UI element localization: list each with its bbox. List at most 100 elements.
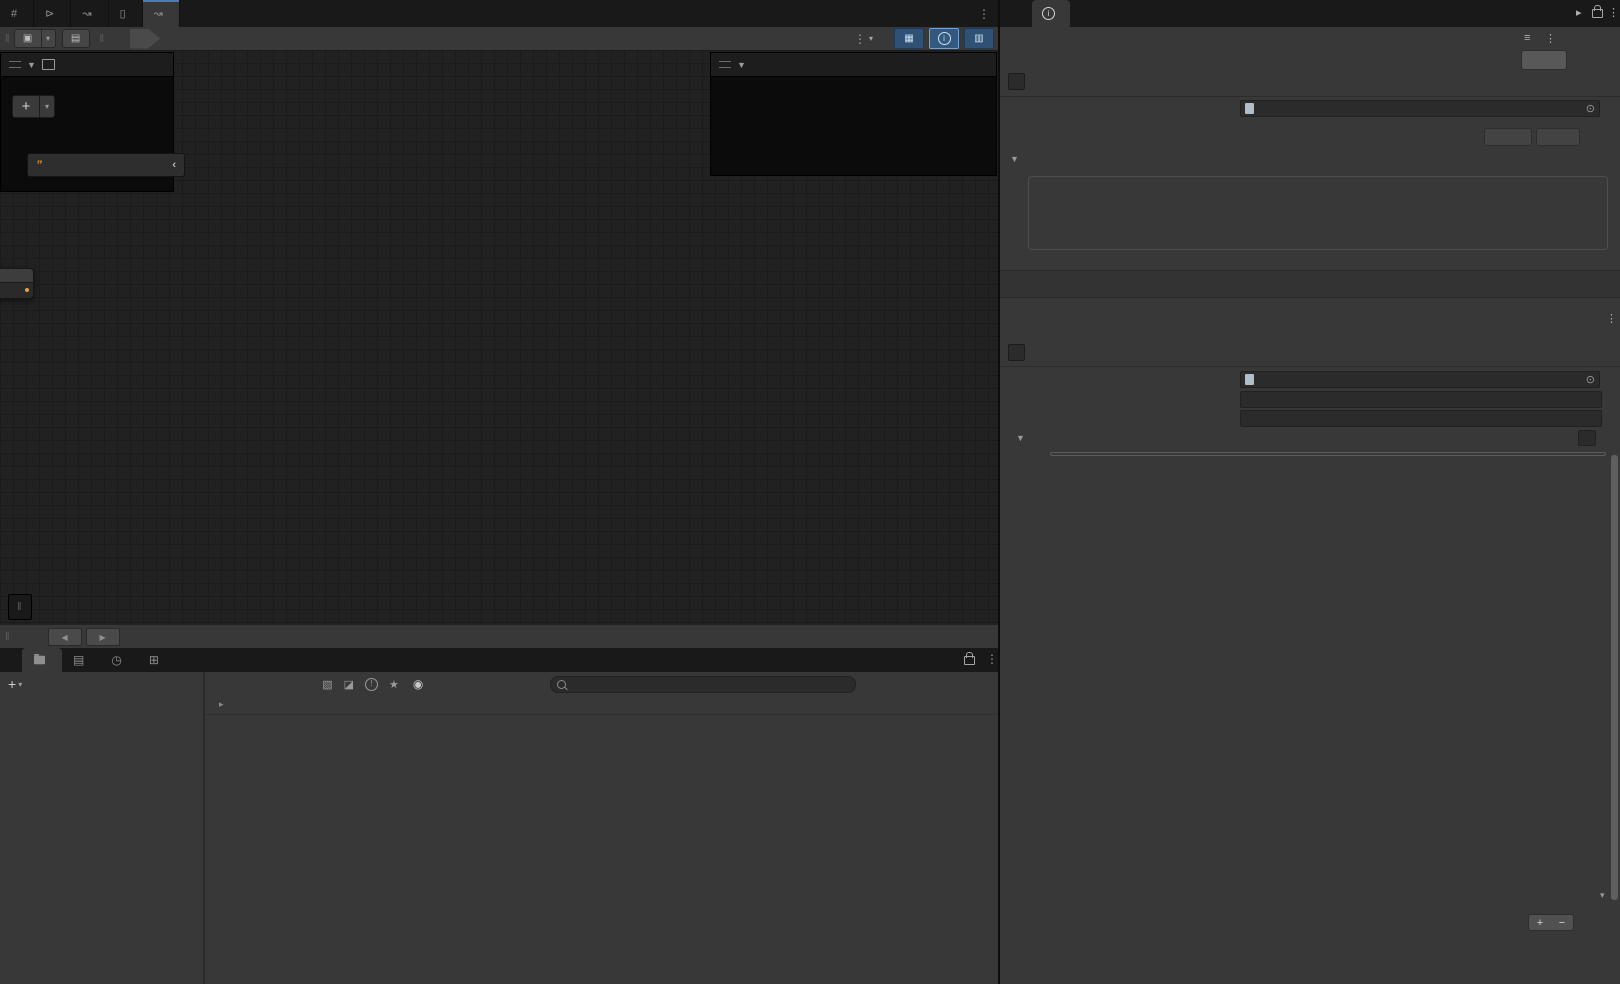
log-icon[interactable]: ! xyxy=(365,677,378,691)
remove-element-button[interactable]: − xyxy=(1551,915,1573,930)
create-asset-button[interactable]: + xyxy=(8,676,16,692)
save-dropdown-button[interactable]: ▾ xyxy=(42,29,56,48)
graph-inspector-panel[interactable]: ▼ xyxy=(710,52,997,176)
tabbar-kebab-icon[interactable]: ⋮ xyxy=(978,7,990,21)
blackboard-icon xyxy=(42,59,55,70)
favorite-search-icon[interactable]: ★ xyxy=(389,678,399,691)
tab-batch-component-adder[interactable] xyxy=(1110,0,1130,27)
hidden-count[interactable]: ◉ xyxy=(413,677,427,691)
add-property-dropdown[interactable]: ▾ xyxy=(40,95,55,118)
tab-scene-object-locator[interactable] xyxy=(0,648,22,672)
graph-toolbar: ‖ ▣ ▾ ▤ ‖ ⋮▾ ▦ i ▥ xyxy=(0,27,1000,51)
script-icon xyxy=(1245,103,1254,114)
collapse-icon[interactable]: ▼ xyxy=(737,60,746,70)
graph-canvas[interactable]: ≡ ▼ + ▾ ” ‹ xyxy=(0,50,998,624)
panel-icon: ▥ xyxy=(974,33,983,44)
all-nodes-foldout[interactable]: ▼ xyxy=(1000,429,1612,449)
tab-timeline[interactable]: ⊞ xyxy=(138,648,175,672)
importer-kebab-icon[interactable]: ⋮ xyxy=(1545,32,1556,45)
tab-testassdialogue[interactable]: ↝ xyxy=(143,0,180,27)
toolbar-drag-handle[interactable]: ‖ xyxy=(17,601,21,613)
prev-error-button[interactable]: ◀ xyxy=(48,628,82,646)
out-port[interactable] xyxy=(25,288,29,292)
search-by-label-icon[interactable]: ◪ xyxy=(344,678,354,691)
script-row: ⊙ xyxy=(1000,99,1612,119)
tab-inspector[interactable]: i xyxy=(1032,0,1070,27)
blackboard-panel[interactable]: ▼ + ▾ ” ‹ xyxy=(0,52,174,192)
graph-inspector-toggle-button[interactable]: i xyxy=(929,28,959,49)
tab-overflow[interactable] xyxy=(1130,0,1150,27)
script-row: ⊙ xyxy=(1000,370,1612,390)
drag-handle[interactable]: ‖ xyxy=(5,631,9,643)
tab-animator[interactable]: ⊳ xyxy=(34,0,71,27)
scroll-down-icon[interactable]: ▾ xyxy=(1600,890,1605,901)
graph-window-tabbar: # ⊳ ↝ ▯ ↝ ⋮ xyxy=(0,0,998,27)
script-field[interactable]: ⊙ xyxy=(1240,371,1600,388)
entry-node-id-field[interactable] xyxy=(1240,391,1602,408)
tab-animation[interactable]: ◷ xyxy=(100,648,137,672)
scene-grid-icon: # xyxy=(11,8,17,20)
tab-sprite-collider-generator[interactable] xyxy=(1090,0,1110,27)
search-input[interactable] xyxy=(570,678,849,692)
project-kebab-icon[interactable]: ⋮ xyxy=(986,652,998,666)
tab-scene[interactable]: # xyxy=(0,0,34,27)
toolbar-drag-handle[interactable]: ‖ xyxy=(5,33,9,45)
graph-breadcrumb[interactable] xyxy=(130,29,160,49)
toolbar-drag-handle[interactable]: ‖ xyxy=(100,33,104,45)
all-nodes-count xyxy=(1578,430,1596,446)
project-search[interactable] xyxy=(550,676,856,693)
save-as-button[interactable]: ▤ xyxy=(62,29,90,48)
graph-inspector-header[interactable]: ▼ xyxy=(711,53,996,77)
apply-button[interactable] xyxy=(1536,128,1580,146)
tab-testdialogue[interactable]: ↝ xyxy=(71,0,108,27)
minimap-toggle-button[interactable]: ▦ xyxy=(894,28,924,49)
project-tabbar: ▤ ◷ ⊞ ⋮ xyxy=(0,648,998,672)
drag-handle-icon[interactable] xyxy=(9,61,21,68)
tab-project[interactable] xyxy=(22,648,62,672)
property-expand-icon[interactable]: ‹ xyxy=(172,159,176,171)
next-error-button[interactable]: ▶ xyxy=(86,628,120,646)
save-button[interactable]: ▣ xyxy=(14,29,42,48)
info-icon: i xyxy=(1042,7,1055,20)
tab-scroll-right-icon[interactable]: ▸ xyxy=(1576,6,1582,19)
imported-object-header xyxy=(1000,270,1620,298)
blackboard-header[interactable]: ▼ xyxy=(1,53,173,77)
dialogue-graph-icon: ↝ xyxy=(82,7,91,20)
presets-icon[interactable]: ≡ xyxy=(1524,32,1530,44)
tab-console[interactable]: ▤ xyxy=(62,648,100,672)
postprocessors-foldout[interactable]: ▼ xyxy=(1010,154,1026,164)
object-picker-icon[interactable]: ⊙ xyxy=(1586,102,1595,115)
folder-icon xyxy=(34,656,45,665)
tab-scene-browser[interactable] xyxy=(1070,0,1090,27)
script-field[interactable]: ⊙ xyxy=(1240,100,1600,117)
inspector-scrollbar[interactable] xyxy=(1611,455,1618,900)
blackboard-toggle-button[interactable]: ▥ xyxy=(964,28,994,49)
eye-icon: ◉ xyxy=(413,677,423,691)
object-picker-icon[interactable]: ⊙ xyxy=(1586,373,1595,386)
lock-icon[interactable] xyxy=(964,656,975,665)
foldout-open-icon: ▼ xyxy=(1010,154,1019,164)
blackboard-property-speakername[interactable]: ” ‹ xyxy=(27,153,185,177)
addressable-checkbox[interactable] xyxy=(1008,73,1025,90)
collapse-icon[interactable]: ▼ xyxy=(27,60,36,70)
add-element-button[interactable]: + xyxy=(1529,915,1551,930)
inspector-kebab-icon[interactable]: ⋮ xyxy=(1608,6,1619,19)
save-as-icon: ▤ xyxy=(71,33,80,44)
addressable-checkbox[interactable] xyxy=(1008,344,1025,361)
speaker-name-field[interactable] xyxy=(1240,410,1602,427)
tab-simulator[interactable]: ▯ xyxy=(109,0,143,27)
add-property-button[interactable]: + xyxy=(12,95,40,118)
search-by-type-icon[interactable]: ▧ xyxy=(322,678,332,691)
graph-inspector-asset xyxy=(711,77,996,87)
graph-options-button[interactable]: ⋮▾ xyxy=(854,32,873,46)
imported-object-kebab-icon[interactable]: ⋮ xyxy=(1606,312,1617,325)
drag-handle-icon[interactable] xyxy=(719,61,731,68)
revert-button[interactable] xyxy=(1484,128,1532,146)
graph-node-StartNode[interactable]: ≡ xyxy=(0,268,34,299)
open-button[interactable] xyxy=(1521,50,1567,70)
all-nodes-list xyxy=(1050,452,1606,456)
foldout-open-icon: ▼ xyxy=(1016,433,1025,443)
node-title: ≡ xyxy=(0,269,33,283)
create-asset-dropdown[interactable]: ▾ xyxy=(18,680,22,689)
inspector-lock-icon[interactable] xyxy=(1592,9,1603,18)
